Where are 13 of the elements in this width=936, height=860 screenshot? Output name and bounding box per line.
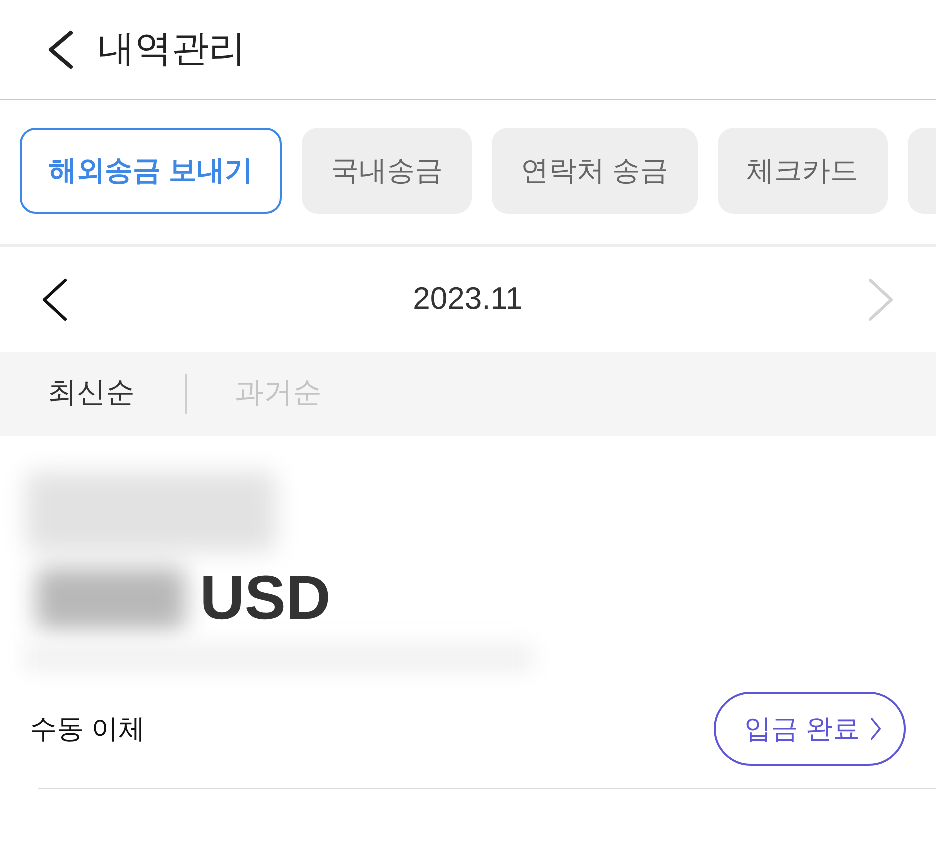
transfer-method: 수동 이체 bbox=[30, 712, 146, 746]
previous-month-icon[interactable] bbox=[42, 278, 68, 322]
category-tab[interactable]: 연락처 송금 bbox=[492, 128, 698, 214]
month-label: 2023.11 bbox=[413, 280, 523, 318]
back-icon[interactable] bbox=[48, 30, 74, 70]
currency-label: USD bbox=[200, 568, 331, 630]
deposit-status-button[interactable]: 입금 완료 bbox=[714, 692, 906, 766]
chevron-right-icon bbox=[870, 717, 882, 741]
category-tab[interactable]: 해외송금 보내기 bbox=[20, 128, 282, 214]
page-title: 내역관리 bbox=[98, 27, 246, 72]
category-tab[interactable]: 국내송금 bbox=[302, 128, 472, 214]
category-tab[interactable]: 체크카드 bbox=[718, 128, 888, 214]
sort-option[interactable]: 최신순 bbox=[48, 372, 135, 416]
